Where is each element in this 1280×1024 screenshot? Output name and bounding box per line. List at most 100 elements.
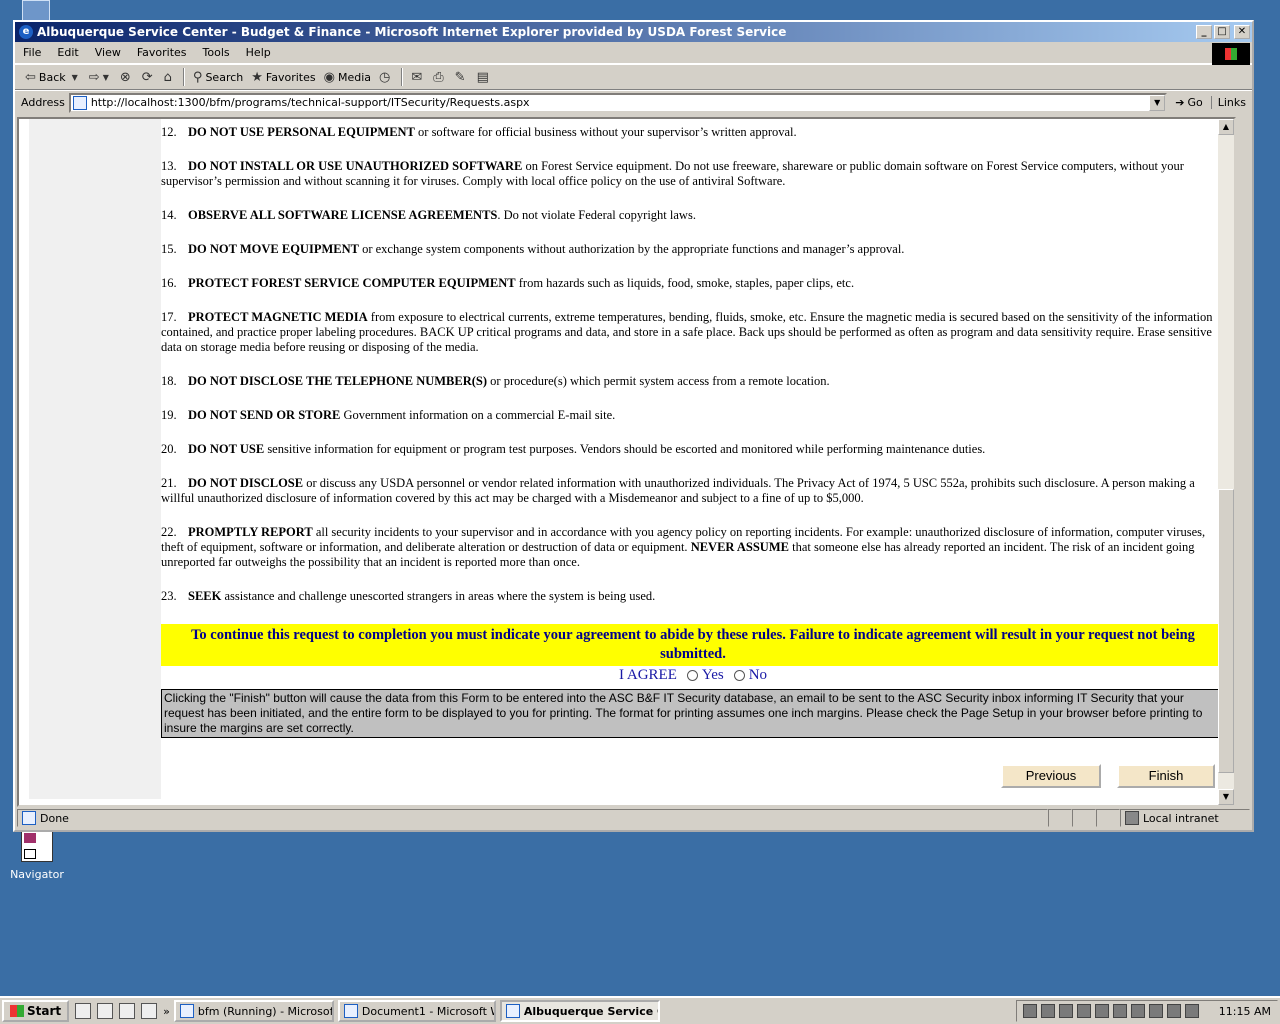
agree-no-radio[interactable] — [733, 670, 745, 681]
print-button[interactable]: ⎙ — [429, 66, 450, 88]
mail-icon: ✉ — [411, 69, 423, 85]
home-button[interactable]: ⌂ — [160, 66, 179, 88]
rule-number: 13. — [161, 159, 177, 173]
rule-20: 20. DO NOT USE sensitive information for … — [161, 442, 1227, 457]
address-input[interactable]: http://localhost:1300/bfm/programs/techn… — [68, 92, 1168, 113]
scroll-thumb[interactable] — [1218, 489, 1234, 773]
address-bar: Address http://localhost:1300/bfm/progra… — [15, 90, 1252, 114]
navigator-label: Navigator — [10, 868, 64, 881]
agree-label: I AGREE — [618, 667, 677, 683]
go-arrow-icon: ➔ — [1175, 96, 1185, 109]
rule-text: sensitive information for equipment or p… — [264, 442, 986, 456]
rule-heading: DO NOT MOVE EQUIPMENT — [188, 242, 359, 256]
taskbar: Start » bfm (Running) - Microsoft... Doc… — [0, 996, 1280, 1024]
task-document1[interactable]: Document1 - Microsoft W... — [337, 1000, 496, 1022]
back-button[interactable]: ⇦ Back ▼ — [21, 66, 85, 88]
rule-15: 15. DO NOT MOVE EQUIPMENT or exchange sys… — [161, 242, 1227, 257]
search-icon: ⚲ — [192, 69, 203, 85]
forward-arrow-icon: ⇨ — [88, 69, 100, 85]
agree-yes-radio[interactable] — [686, 670, 698, 681]
clock[interactable]: 11:15 AM — [1219, 1005, 1271, 1018]
status-bar: Done Local intranet — [17, 808, 1250, 828]
page-icon — [72, 95, 87, 110]
menu-file[interactable]: File — [15, 46, 49, 59]
tray-icon[interactable] — [1112, 1004, 1127, 1018]
quick-launch-search-icon[interactable] — [75, 1003, 92, 1019]
menu-tools[interactable]: Tools — [195, 46, 238, 59]
rule-text: or procedure(s) which permit system acce… — [487, 374, 830, 388]
tray-icon[interactable] — [1040, 1004, 1055, 1018]
back-dropdown-icon[interactable]: ▼ — [72, 73, 78, 82]
tray-icon[interactable] — [1076, 1004, 1091, 1018]
discuss-button[interactable]: ▤ — [473, 66, 496, 88]
scroll-up-icon[interactable]: ▲ — [1218, 119, 1234, 135]
forward-dropdown-icon[interactable]: ▼ — [103, 73, 109, 82]
rule-23: 23. SEEK assistance and challenge unescor… — [161, 589, 1227, 604]
title-bar[interactable]: e Albuquerque Service Center - Budget & … — [15, 22, 1252, 42]
status-text: Done — [40, 811, 69, 825]
favorites-button[interactable]: ★ Favorites — [247, 66, 319, 88]
scroll-down-icon[interactable]: ▼ — [1218, 789, 1234, 805]
agree-no-label[interactable]: No — [749, 667, 767, 684]
mail-button[interactable]: ✉ — [407, 66, 429, 88]
rule-12: 12. DO NOT USE PERSONAL EQUIPMENT or soft… — [161, 125, 1227, 140]
media-button[interactable]: ◉ Media — [320, 66, 375, 88]
close-button[interactable]: ✕ — [1234, 25, 1250, 39]
tray-icon[interactable] — [1166, 1004, 1181, 1018]
quick-launch: » — [75, 1003, 170, 1019]
navigator-desktop-icon[interactable]: Navigator — [10, 830, 64, 881]
ie-task-icon — [505, 1004, 520, 1018]
rule-number: 17. — [161, 310, 177, 324]
task-albuquerque[interactable]: Albuquerque Service C... — [499, 1000, 660, 1022]
task-label: Albuquerque Service C... — [523, 1004, 658, 1018]
address-dropdown-icon[interactable]: ▼ — [1149, 94, 1166, 111]
tray-icon[interactable] — [1184, 1004, 1199, 1018]
search-button[interactable]: ⚲ Search — [189, 66, 247, 88]
start-button[interactable]: Start — [2, 1000, 70, 1022]
page-content: 12. DO NOT USE PERSONAL EQUIPMENT or soft… — [17, 117, 1236, 807]
tray-icon[interactable] — [1130, 1004, 1145, 1018]
finish-button[interactable]: Finish — [1117, 764, 1215, 788]
links-button[interactable]: Links — [1210, 96, 1252, 109]
page-done-icon — [22, 811, 36, 825]
media-label: Media — [337, 70, 371, 84]
menu-view[interactable]: View — [87, 46, 129, 59]
rule-text: Government information on a commercial E… — [340, 408, 616, 422]
rule-number: 20. — [161, 442, 177, 456]
menu-favorites[interactable]: Favorites — [129, 46, 195, 59]
quick-launch-ie-icon[interactable] — [97, 1003, 114, 1019]
minimize-button[interactable]: _ — [1196, 25, 1212, 39]
desktop-icon-top[interactable] — [22, 0, 50, 22]
quick-launch-edit-icon[interactable] — [141, 1003, 158, 1019]
menu-help[interactable]: Help — [238, 46, 279, 59]
menu-edit[interactable]: Edit — [49, 46, 86, 59]
agree-yes-label[interactable]: Yes — [702, 667, 724, 684]
agree-row: I AGREE Yes No — [161, 667, 1225, 684]
word-icon — [343, 1004, 358, 1018]
address-url[interactable]: http://localhost:1300/bfm/programs/techn… — [91, 96, 1149, 109]
tray-icon[interactable] — [1022, 1004, 1037, 1018]
maximize-button[interactable]: □ — [1214, 25, 1230, 39]
refresh-button[interactable]: ⟳ — [138, 66, 160, 88]
edit-button[interactable]: ✎ — [451, 66, 473, 88]
security-zone: Local intranet — [1120, 809, 1250, 827]
tray-icon[interactable] — [1058, 1004, 1073, 1018]
vertical-scrollbar[interactable]: ▲ ▼ — [1218, 119, 1234, 805]
favorites-icon: ★ — [251, 69, 263, 85]
tray-icon[interactable] — [1148, 1004, 1163, 1018]
rule-text: assistance and challenge unescorted stra… — [221, 589, 656, 603]
tray-icon[interactable] — [1094, 1004, 1109, 1018]
start-label: Start — [27, 1004, 62, 1018]
rule-21: 21. DO NOT DISCLOSE or discuss any USDA p… — [161, 476, 1227, 506]
previous-button[interactable]: Previous — [1001, 764, 1101, 788]
quick-launch-media-icon[interactable] — [119, 1003, 136, 1019]
rule-17: 17. PROTECT MAGNETIC MEDIA from exposure … — [161, 310, 1227, 355]
quick-launch-more-icon[interactable]: » — [163, 1005, 170, 1018]
back-label: Back — [38, 70, 66, 84]
forward-button[interactable]: ⇨ ▼ — [85, 66, 116, 88]
rule-heading: DO NOT SEND OR STORE — [188, 408, 341, 422]
go-button[interactable]: ➔ Go — [1167, 96, 1210, 109]
stop-button[interactable]: ⊗ — [116, 66, 138, 88]
task-bfm[interactable]: bfm (Running) - Microsoft... — [173, 1000, 334, 1022]
history-button[interactable]: ◷ — [375, 66, 397, 88]
